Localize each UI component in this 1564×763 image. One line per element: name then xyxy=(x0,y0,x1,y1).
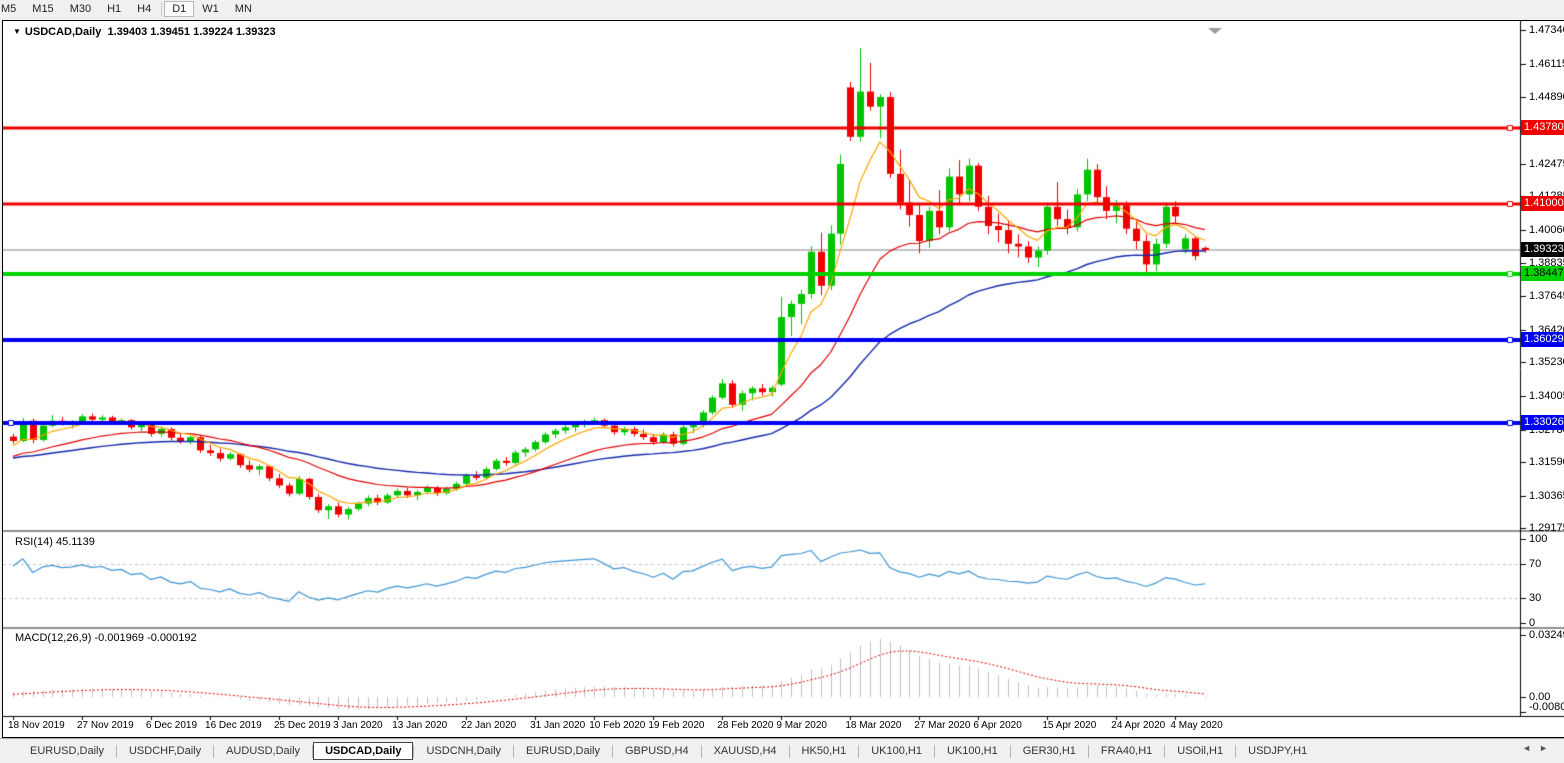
date-tick-label: 19 Feb 2020 xyxy=(648,720,704,731)
date-tick-label: 15 Apr 2020 xyxy=(1042,720,1096,731)
tab-item-ger30-h1[interactable]: GER30,H1 xyxy=(1011,742,1088,760)
timeframe-button-d1[interactable]: D1 xyxy=(164,1,194,17)
tab-item-usdchf-daily[interactable]: USDCHF,Daily xyxy=(117,742,213,760)
macd-indicator-label: MACD(12,26,9) -0.001969 -0.000192 xyxy=(15,632,197,644)
date-tick-label: 10 Feb 2020 xyxy=(589,720,645,731)
date-tick-label: 28 Feb 2020 xyxy=(717,720,773,731)
price-tick-label: 1.47340 xyxy=(1529,23,1564,37)
date-tick-label: 3 Jan 2020 xyxy=(333,720,383,731)
price-chart-canvas[interactable] xyxy=(3,21,1564,737)
rsi-tick-label: 30 xyxy=(1529,591,1564,605)
price-level-badge: 1.43780 xyxy=(1521,120,1564,135)
chart-dropdown-icon[interactable]: ▼ xyxy=(13,27,21,36)
tab-item-hk50-h1[interactable]: HK50,H1 xyxy=(790,742,859,760)
date-tick-label: 6 Apr 2020 xyxy=(973,720,1021,731)
tab-item-audusd-daily[interactable]: AUDUSD,Daily xyxy=(214,742,312,760)
price-tick-label: 1.40060 xyxy=(1529,223,1564,237)
date-tick-label: 9 Mar 2020 xyxy=(776,720,827,731)
price-tick-label: 1.42475 xyxy=(1529,157,1564,171)
price-level-badge: 1.38447 xyxy=(1521,266,1564,281)
timeframe-button-w1[interactable]: W1 xyxy=(194,1,227,17)
tab-item-eurusd-daily[interactable]: EURUSD,Daily xyxy=(18,742,116,760)
price-tick-label: 1.31590 xyxy=(1529,455,1564,469)
chart-window: ▼ USDCAD,Daily 1.39403 1.39451 1.39224 1.… xyxy=(2,20,1564,738)
tab-scroll-arrows: ◄► xyxy=(1522,743,1556,753)
price-tick-label: 1.35230 xyxy=(1529,355,1564,369)
date-tick-label: 13 Jan 2020 xyxy=(392,720,447,731)
rsi-indicator-label: RSI(14) 45.1139 xyxy=(15,536,95,548)
tab-item-gbpusd-h4[interactable]: GBPUSD,H4 xyxy=(613,742,701,760)
macd-tick-label: 0.032493 xyxy=(1529,628,1564,642)
price-tick-label: 1.37645 xyxy=(1529,289,1564,303)
price-level-badge: 1.36029 xyxy=(1521,332,1564,347)
price-tick-label: 1.46115 xyxy=(1529,57,1564,71)
price-tick-label: 1.30365 xyxy=(1529,489,1564,503)
date-tick-label: 31 Jan 2020 xyxy=(530,720,585,731)
date-tick-label: 18 Mar 2020 xyxy=(845,720,901,731)
chart-tabs: EURUSD,DailyUSDCHF,DailyAUDUSD,DailyUSDC… xyxy=(18,739,1319,763)
date-tick-label: 22 Jan 2020 xyxy=(461,720,516,731)
tab-item-uk100-h1[interactable]: UK100,H1 xyxy=(935,742,1010,760)
tab-scroll-right-icon[interactable]: ► xyxy=(1539,743,1556,753)
tab-item-usdcad-daily[interactable]: USDCAD,Daily xyxy=(313,742,413,760)
timeframe-toolbar: M5M15M30H1H4 D1W1MN xyxy=(0,0,1564,18)
chart-title: ▼ USDCAD,Daily 1.39403 1.39451 1.39224 1.… xyxy=(13,26,276,38)
tab-item-uk100-h1[interactable]: UK100,H1 xyxy=(859,742,934,760)
chart-tab-bar: EURUSD,DailyUSDCHF,DailyAUDUSD,DailyUSDC… xyxy=(0,738,1564,763)
toolbar-separator xyxy=(161,2,162,16)
price-tick-label: 1.44890 xyxy=(1529,90,1564,104)
date-tick-label: 16 Dec 2019 xyxy=(205,720,262,731)
tab-item-usdcnh-daily[interactable]: USDCNH,Daily xyxy=(414,742,513,760)
tab-item-xauusd-h4[interactable]: XAUUSD,H4 xyxy=(702,742,789,760)
tab-item-eurusd-daily[interactable]: EURUSD,Daily xyxy=(514,742,612,760)
timeframe-button-h4[interactable]: H4 xyxy=(129,1,159,17)
timeframe-button-m5[interactable]: M5 xyxy=(0,1,24,17)
price-level-badge: 1.41000 xyxy=(1521,196,1564,211)
date-tick-label: 27 Mar 2020 xyxy=(914,720,970,731)
rsi-tick-label: 100 xyxy=(1529,532,1564,546)
date-tick-label: 25 Dec 2019 xyxy=(274,720,331,731)
macd-tick-label: -0.008086 xyxy=(1529,700,1564,714)
timeframe-button-mn[interactable]: MN xyxy=(227,1,260,17)
tab-item-usoil-h1[interactable]: USOil,H1 xyxy=(1165,742,1235,760)
date-tick-label: 6 Dec 2019 xyxy=(146,720,197,731)
timeframe-button-m30[interactable]: M30 xyxy=(62,1,99,17)
date-tick-label: 24 Apr 2020 xyxy=(1111,720,1165,731)
price-tick-label: 1.34005 xyxy=(1529,389,1564,403)
rsi-tick-label: 70 xyxy=(1529,557,1564,571)
chart-symbol-period: USDCAD,Daily xyxy=(25,26,101,38)
current-price-badge: 1.39323 xyxy=(1521,242,1564,257)
chart-ohlc-values: 1.39403 1.39451 1.39224 1.39323 xyxy=(107,26,275,38)
date-tick-label: 4 May 2020 xyxy=(1170,720,1222,731)
date-tick-label: 27 Nov 2019 xyxy=(77,720,134,731)
timeframe-button-h1[interactable]: H1 xyxy=(99,1,129,17)
tab-item-usdjpy-h1[interactable]: USDJPY,H1 xyxy=(1236,742,1319,760)
tab-item-fra40-h1[interactable]: FRA40,H1 xyxy=(1089,742,1164,760)
timeframe-button-m15[interactable]: M15 xyxy=(24,1,61,17)
price-level-badge: 1.33026 xyxy=(1521,415,1564,430)
date-tick-label: 18 Nov 2019 xyxy=(8,720,65,731)
tab-scroll-left-icon[interactable]: ◄ xyxy=(1522,743,1539,753)
